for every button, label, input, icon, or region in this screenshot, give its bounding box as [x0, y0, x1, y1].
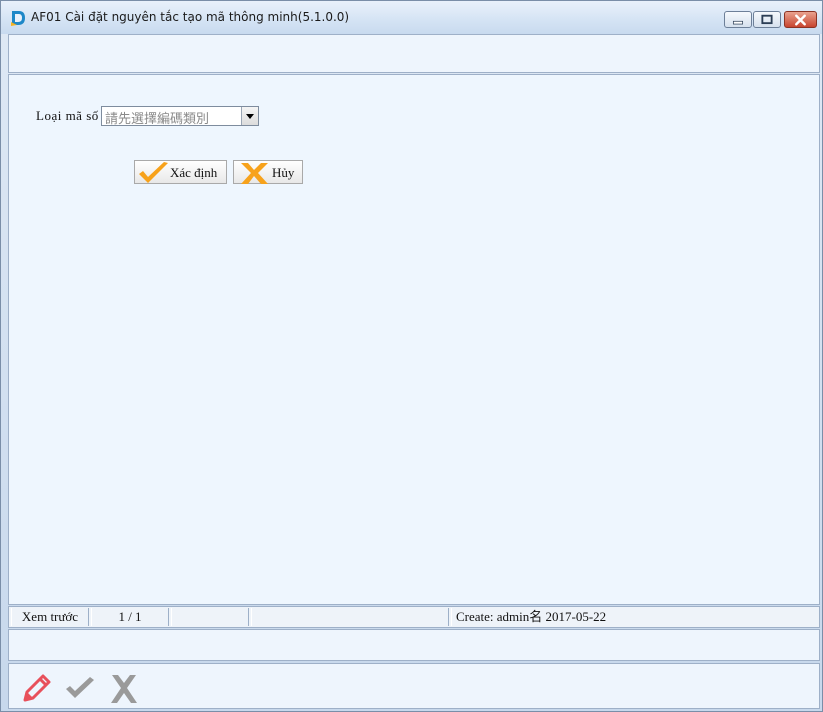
cancel-button[interactable]: Hủy: [233, 160, 303, 184]
code-type-select-value: 請先選擇編碼類別: [105, 112, 210, 127]
restore-icon: [761, 14, 773, 25]
top-toolbar-area: [8, 34, 820, 73]
status-created: Create: admin名 2017-05-22: [451, 608, 817, 626]
status-segment-3: [171, 608, 249, 626]
code-type-label: Loại mã số: [36, 108, 99, 123]
status-segment-4: [251, 608, 449, 626]
status-mode: Xem trước: [11, 608, 89, 626]
minimize-button[interactable]: [724, 11, 752, 28]
bottom-toolbar: [8, 663, 820, 709]
app-logo-icon: [11, 11, 25, 26]
chevron-down-icon: [246, 114, 254, 119]
app-window: AF01 Cài đặt nguyên tắc tạo mã thông min…: [0, 0, 823, 712]
ok-button[interactable]: Xác định: [134, 160, 227, 184]
info-bar: [8, 629, 820, 661]
confirm-check-icon[interactable]: [63, 672, 97, 706]
code-type-select[interactable]: 請先選擇編碼類別: [101, 106, 259, 127]
ok-button-label: Xác định: [170, 165, 218, 180]
cancel-x-orange-icon: [241, 163, 268, 184]
status-page: 1 / 1: [91, 608, 169, 626]
close-button[interactable]: [784, 11, 817, 28]
close-icon: [795, 14, 806, 26]
form-panel: Loại mã số 請先選擇編碼類別 Xác định Hủy: [8, 74, 820, 605]
dropdown-arrow-button[interactable]: [241, 107, 258, 125]
cancel-button-label: Hủy: [272, 165, 295, 180]
window-title: AF01 Cài đặt nguyên tắc tạo mã thông min…: [31, 10, 350, 24]
cancel-x-icon[interactable]: [107, 672, 141, 706]
status-bar: Xem trước 1 / 1 Create: admin名 2017-05-2…: [8, 606, 820, 628]
minimize-icon: [732, 20, 744, 25]
checkmark-icon: [139, 162, 168, 183]
edit-pencil-icon[interactable]: [19, 672, 53, 706]
maximize-button[interactable]: [753, 11, 781, 28]
title-bar[interactable]: AF01 Cài đặt nguyên tắc tạo mã thông min…: [1, 1, 822, 34]
